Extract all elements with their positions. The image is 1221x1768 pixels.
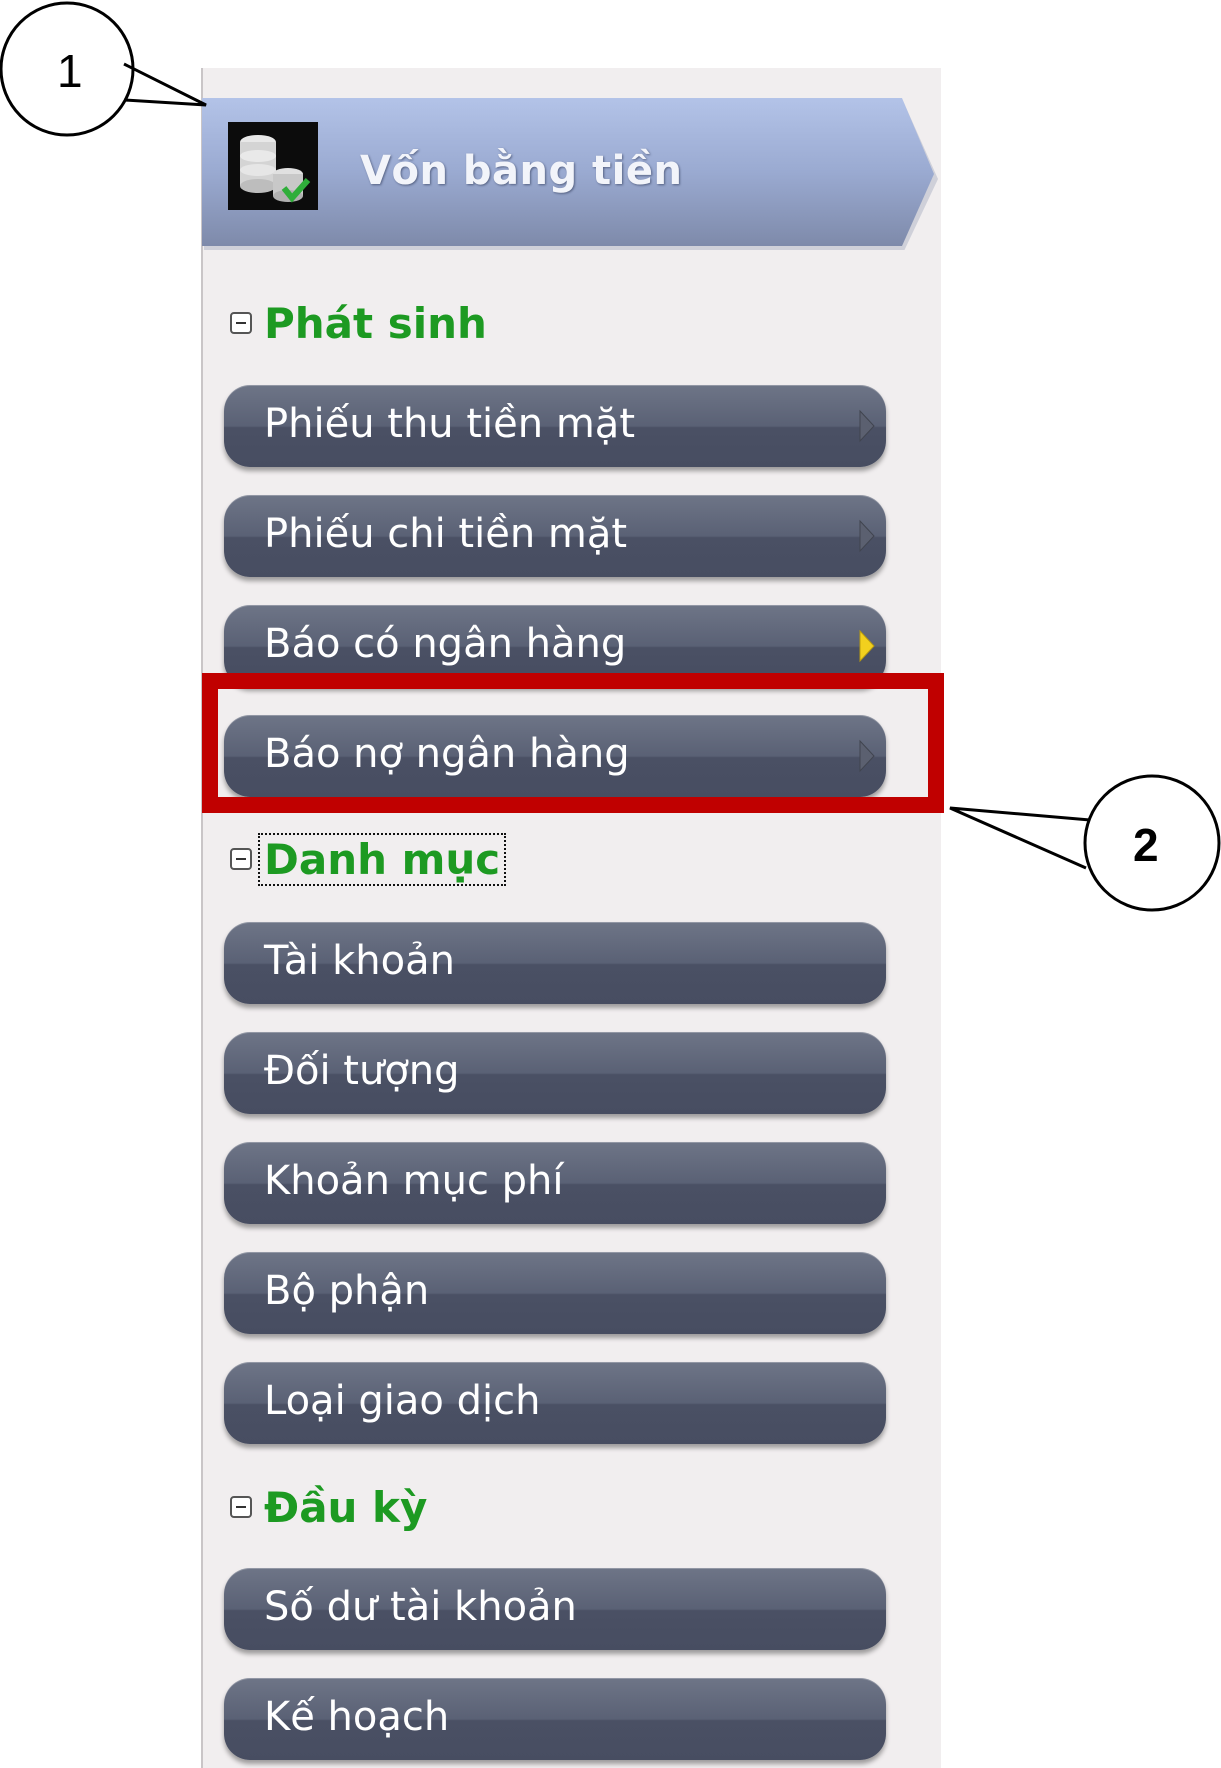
callout-pointer-2 <box>949 806 1091 870</box>
callout-annotations <box>0 1 1221 912</box>
callout-number-2: 2 <box>1133 819 1159 871</box>
callout-pointer-1 <box>123 62 207 107</box>
callout-number-1: 1 <box>57 45 83 97</box>
